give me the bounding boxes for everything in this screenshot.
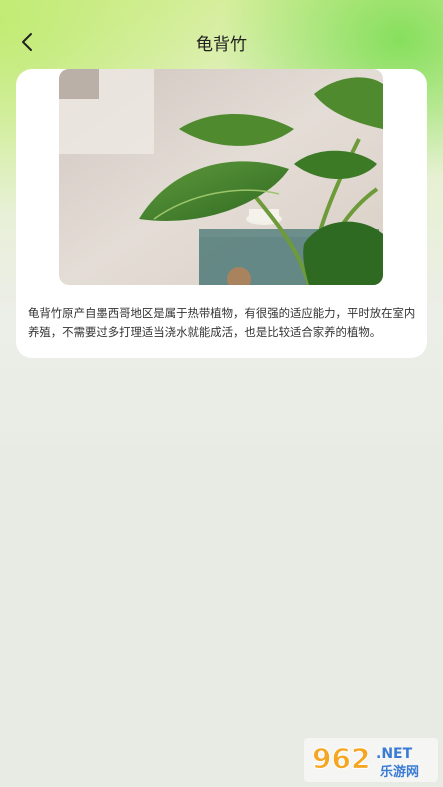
- plant-description: 龟背竹原产自墨西哥地区是属于热带植物，有很强的适应能力，平时放在室内养殖，不需要…: [28, 306, 416, 339]
- site-watermark-logo: 962 .NET 乐游网: [304, 738, 438, 782]
- page-title: 龟背竹: [196, 35, 247, 55]
- plant-photo: [59, 69, 383, 285]
- svg-text:.NET: .NET: [376, 746, 413, 762]
- top-bar: 龟背竹: [0, 22, 443, 62]
- plant-info-card: 龟背竹原产自墨西哥地区是属于热带植物，有很强的适应能力，平时放在室内养殖，不需要…: [16, 69, 427, 358]
- svg-text:962: 962: [312, 742, 370, 775]
- svg-text:乐游网: 乐游网: [380, 764, 419, 780]
